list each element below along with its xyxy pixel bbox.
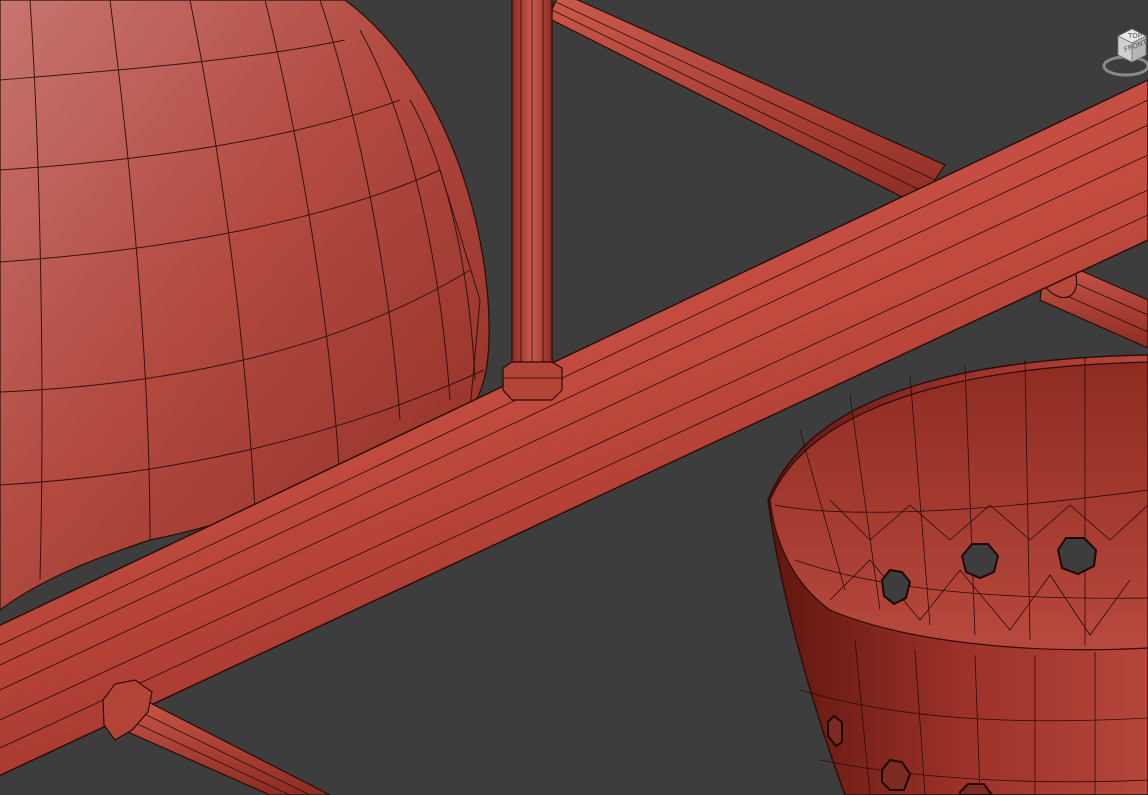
bucket-hole — [960, 543, 1000, 580]
3d-viewport[interactable]: FRONT TOP — [0, 0, 1148, 795]
lower-branch-pipe[interactable] — [102, 679, 331, 795]
viewport-scene[interactable] — [0, 0, 1148, 795]
viewcube-ring[interactable] — [1102, 55, 1148, 77]
upper-branch-pipe[interactable] — [547, 0, 946, 206]
viewcube-icon[interactable]: FRONT TOP — [1098, 24, 1148, 84]
bucket-hole — [1056, 537, 1098, 576]
viewcube-top-label: TOP — [1127, 32, 1142, 40]
perforated-bucket[interactable] — [767, 354, 1148, 795]
vertical-pipe[interactable] — [502, 0, 563, 401]
viewcube[interactable]: FRONT TOP — [1098, 24, 1148, 84]
